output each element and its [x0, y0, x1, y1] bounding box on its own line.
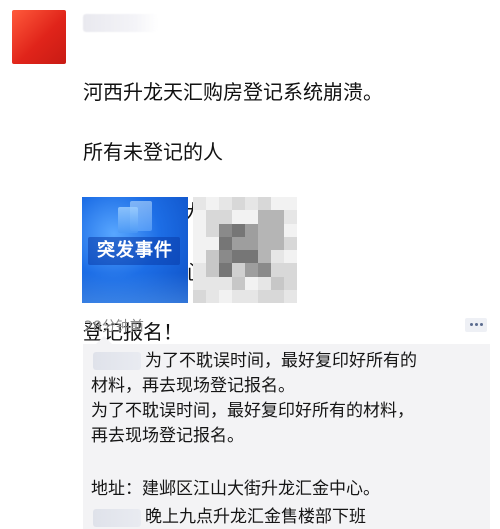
mosaic-cell	[206, 236, 219, 250]
mosaic-cell	[232, 197, 245, 211]
mosaic-cell	[219, 236, 232, 250]
comment-text: 再去现场登记报名。	[91, 426, 244, 446]
commenter-name-blurred[interactable]	[93, 509, 141, 527]
mosaic-cell	[206, 263, 219, 277]
mosaic-cell	[245, 197, 258, 211]
mosaic-cell	[219, 289, 232, 303]
mosaic-cell	[232, 210, 245, 224]
mosaic-cell	[284, 289, 297, 303]
mosaic-cell	[219, 223, 232, 237]
pixelated-image[interactable]	[193, 197, 297, 303]
mosaic-cell	[219, 250, 232, 264]
mosaic-cell	[206, 210, 219, 224]
mosaic-cell	[245, 250, 258, 264]
dot-icon	[475, 323, 478, 326]
mosaic-cell	[193, 197, 206, 211]
comment-icon[interactable]	[465, 318, 487, 332]
mosaic-cell	[258, 223, 271, 237]
mosaic-cell	[284, 250, 297, 264]
commenter-name-blurred[interactable]	[93, 352, 141, 370]
comment-arrow	[96, 336, 112, 344]
mosaic-cell	[219, 276, 232, 290]
mosaic-cell	[258, 263, 271, 277]
avatar[interactable]	[12, 10, 66, 64]
mosaic-cell	[258, 289, 271, 303]
mosaic-cell	[232, 223, 245, 237]
mosaic-cell	[271, 289, 284, 303]
mosaic-cell	[284, 263, 297, 277]
mosaic-cell	[284, 210, 297, 224]
mosaic-cell	[271, 210, 284, 224]
mosaic-cell	[258, 250, 271, 264]
mosaic-cell	[258, 210, 271, 224]
mosaic-cell	[258, 276, 271, 290]
mosaic-cell	[206, 250, 219, 264]
mosaic-cell	[232, 276, 245, 290]
mosaic-cell	[271, 250, 284, 264]
dot-icon	[480, 323, 483, 326]
dot-icon	[470, 323, 473, 326]
mosaic-cell	[271, 276, 284, 290]
mosaic-cell	[258, 197, 271, 211]
comment-text: 晚上九点升龙汇金售楼部下班	[145, 507, 366, 527]
mosaic-cell	[284, 236, 297, 250]
mosaic-cell	[219, 210, 232, 224]
mosaic-cell	[271, 223, 284, 237]
mosaic-cell	[193, 289, 206, 303]
mosaic-cell	[206, 223, 219, 237]
post-line: 河西升龙天汇购房登记系统崩溃。	[83, 80, 383, 104]
post-time: 28分钟前	[84, 319, 144, 335]
mosaic-cell	[284, 197, 297, 211]
comment-text: 地址：建邺区江山大街升龙汇金中心。	[91, 479, 380, 499]
comment-text: 为了不耽误时间，最好复印好所有的材料，	[91, 401, 414, 421]
mosaic-cell	[245, 210, 258, 224]
mosaic-cell	[232, 236, 245, 250]
mosaic-cell	[245, 276, 258, 290]
mosaic-cell	[193, 250, 206, 264]
image-glow	[82, 273, 188, 303]
post-line: 所有未登记的人	[83, 140, 223, 164]
mosaic-cell	[258, 236, 271, 250]
user-name-blurred[interactable]	[83, 14, 158, 32]
paper-graphic	[118, 207, 138, 233]
mosaic-cell	[206, 197, 219, 211]
mosaic-cell	[232, 263, 245, 277]
mosaic-cell	[232, 250, 245, 264]
mosaic-cell	[193, 236, 206, 250]
mosaic-cell	[284, 223, 297, 237]
mosaic-cell	[245, 289, 258, 303]
mosaic-cell	[206, 289, 219, 303]
comment-text: 为了不耽误时间，最好复印好所有的	[145, 351, 417, 371]
mosaic-cell	[271, 236, 284, 250]
mosaic-cell	[245, 263, 258, 277]
mosaic-cell	[232, 289, 245, 303]
mosaic-cell	[219, 197, 232, 211]
news-image-label: 突发事件	[97, 240, 173, 261]
mosaic-cell	[271, 197, 284, 211]
mosaic-cell	[206, 276, 219, 290]
mosaic-cell	[193, 263, 206, 277]
mosaic-cell	[245, 236, 258, 250]
news-image[interactable]: 突发事件	[82, 197, 188, 303]
comment-text: 材料，再去现场登记报名。	[91, 376, 295, 396]
mosaic-cell	[271, 263, 284, 277]
mosaic-cell	[245, 223, 258, 237]
mosaic-cell	[193, 223, 206, 237]
mosaic-cell	[219, 263, 232, 277]
mosaic-cell	[284, 276, 297, 290]
mosaic-cell	[193, 276, 206, 290]
mosaic-cell	[193, 210, 206, 224]
